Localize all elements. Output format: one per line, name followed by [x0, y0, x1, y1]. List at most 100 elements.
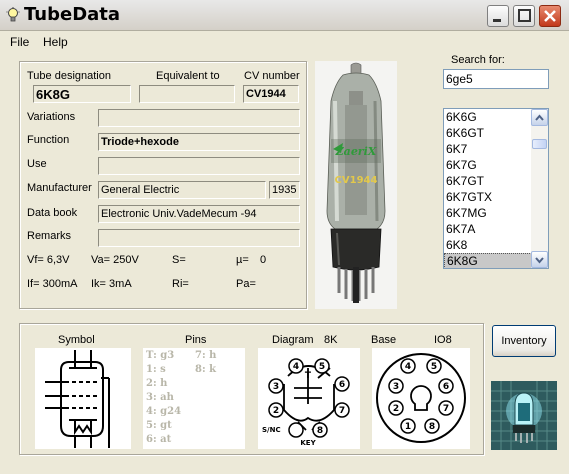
pins-panel: T: g3 7: h 1: s 8: k 2: h 3: ah 4: g24 5… [143, 348, 245, 449]
cv-number-label: CV number [244, 70, 300, 82]
minimize-button[interactable] [487, 5, 509, 27]
list-item[interactable]: 6K7GT [444, 173, 532, 189]
pin-text: T: g3 [146, 350, 175, 361]
year-field[interactable]: 1935 [269, 181, 300, 199]
diagram-pin-number: 7 [339, 406, 345, 416]
tube-code-text: CV1944 [335, 175, 378, 186]
manufacturer-label: Manufacturer [27, 182, 92, 194]
equivalent-field[interactable] [139, 85, 235, 103]
window-title: TubeData [24, 4, 121, 25]
search-label: Search for: [451, 54, 505, 66]
chevron-up-icon [535, 114, 544, 121]
pin-text: 1: s [146, 364, 166, 375]
list-item[interactable]: 6K8 [444, 237, 532, 253]
list-item[interactable]: 6K7G [444, 157, 532, 173]
function-label: Function [27, 134, 70, 146]
mu-label: µ= [236, 254, 249, 266]
pin-text: 3: ah [146, 392, 174, 403]
variations-field[interactable] [98, 109, 300, 127]
symbol-label: Symbol [58, 334, 95, 346]
variations-label: Variations [27, 111, 76, 123]
ri-value: Ri= [172, 278, 189, 290]
maximize-icon [518, 9, 531, 22]
app-logo [491, 381, 557, 450]
tube-photo: ZaeriX CV1944 [315, 61, 397, 309]
title-bar[interactable]: TubeData [0, 0, 569, 31]
pin-text: 2: h [146, 378, 168, 389]
equivalent-label: Equivalent to [156, 70, 220, 82]
data-book-label: Data book [27, 207, 78, 219]
list-item[interactable]: 6K7GTX [444, 189, 532, 205]
base-pin-number: 2 [393, 404, 399, 414]
inventory-button[interactable]: Inventory [492, 325, 556, 357]
base-pin-number: 8 [429, 422, 435, 432]
diagram-snc-label: S/NC [262, 426, 281, 434]
minimize-icon [493, 19, 501, 22]
pin-text: 4: g24 [146, 406, 182, 417]
pin-text: 5: gt [146, 420, 172, 431]
va-value: Va= 250V [91, 254, 139, 266]
base-pin-number: 5 [431, 362, 437, 372]
mu-value: 0 [260, 254, 267, 266]
menu-bar: File Help [0, 31, 569, 52]
diagram-key-label: KEY [300, 439, 316, 447]
remarks-field[interactable] [98, 229, 300, 247]
base-pin-number: 4 [405, 362, 411, 372]
manufacturer-field[interactable]: General Electric [98, 181, 266, 199]
remarks-label: Remarks [27, 230, 72, 242]
if-value: If= 300mA [27, 278, 78, 290]
diagram-pin-number: T [305, 371, 312, 381]
scroll-up-button[interactable] [531, 109, 548, 126]
menu-file[interactable]: File [10, 35, 29, 49]
list-item[interactable]: 6K7 [444, 141, 532, 157]
vf-value: Vf= 6,3V [27, 254, 70, 266]
list-scrollbar[interactable] [531, 109, 548, 268]
chevron-down-icon [535, 257, 544, 264]
diagram-pin-number: 8 [317, 426, 323, 436]
pa-value: Pa= [236, 278, 256, 290]
base-pin-number: 3 [393, 382, 399, 392]
use-label: Use [27, 158, 47, 170]
tube-list[interactable]: 6K6G 6K6GT 6K7 6K7G 6K7GT 6K7GTX 6K7MG 6… [443, 108, 549, 269]
lightbulb-icon [6, 7, 20, 22]
data-book-field[interactable]: Electronic Univ.VadeMecum -94 [98, 205, 300, 223]
tube-symbol-icon [35, 348, 131, 449]
scroll-thumb[interactable] [532, 139, 547, 149]
s-value: S= [172, 254, 186, 266]
ik-value: Ik= 3mA [91, 278, 132, 290]
diagram-pin-number: 4 [293, 362, 299, 372]
base-label: Base [371, 334, 397, 346]
use-field[interactable] [98, 157, 300, 175]
diagram-pin-number: 6 [339, 380, 345, 390]
tube-designation-field[interactable]: 6K8G [33, 85, 131, 103]
diagram-pin-number: 5 [319, 362, 325, 372]
pins-label: Pins [185, 334, 207, 346]
pin-text: 6: at [146, 434, 172, 445]
diagram-label: Diagram [272, 334, 314, 346]
base-diagram-icon: 4 5 3 6 2 7 1 8 [372, 348, 470, 449]
tube-designation-label: Tube designation [27, 70, 111, 82]
cv-number-field[interactable]: CV1944 [243, 85, 299, 103]
base-pin-number: 7 [443, 404, 449, 414]
pin-diagram-icon: 4 5 6 3 7 2 8 T S/NC KEY [258, 348, 360, 449]
list-item[interactable]: 6K7MG [444, 205, 532, 221]
base-pin-number: 1 [405, 422, 411, 432]
diagram-code: 8K [324, 334, 338, 346]
pin-text: 7: h [195, 350, 217, 361]
scroll-down-button[interactable] [531, 251, 548, 268]
list-item[interactable]: 6K6GT [444, 125, 532, 141]
diagram-pin-number: 2 [273, 406, 279, 416]
base-pin-number: 6 [443, 382, 449, 392]
base-code: IO8 [434, 334, 452, 346]
pin-text: 8: k [195, 364, 217, 375]
close-button[interactable] [539, 5, 561, 27]
search-input[interactable]: 6ge5 [443, 69, 549, 89]
maximize-button[interactable] [513, 5, 535, 27]
list-item[interactable]: 6K6G [444, 109, 532, 125]
list-item[interactable]: 6K7A [444, 221, 532, 237]
function-field[interactable]: Triode+hexode [98, 133, 300, 151]
diagram-pin-number: 3 [273, 382, 279, 392]
list-item-selected[interactable]: 6K8G [444, 253, 532, 268]
menu-help[interactable]: Help [43, 35, 68, 49]
close-icon [544, 10, 556, 22]
